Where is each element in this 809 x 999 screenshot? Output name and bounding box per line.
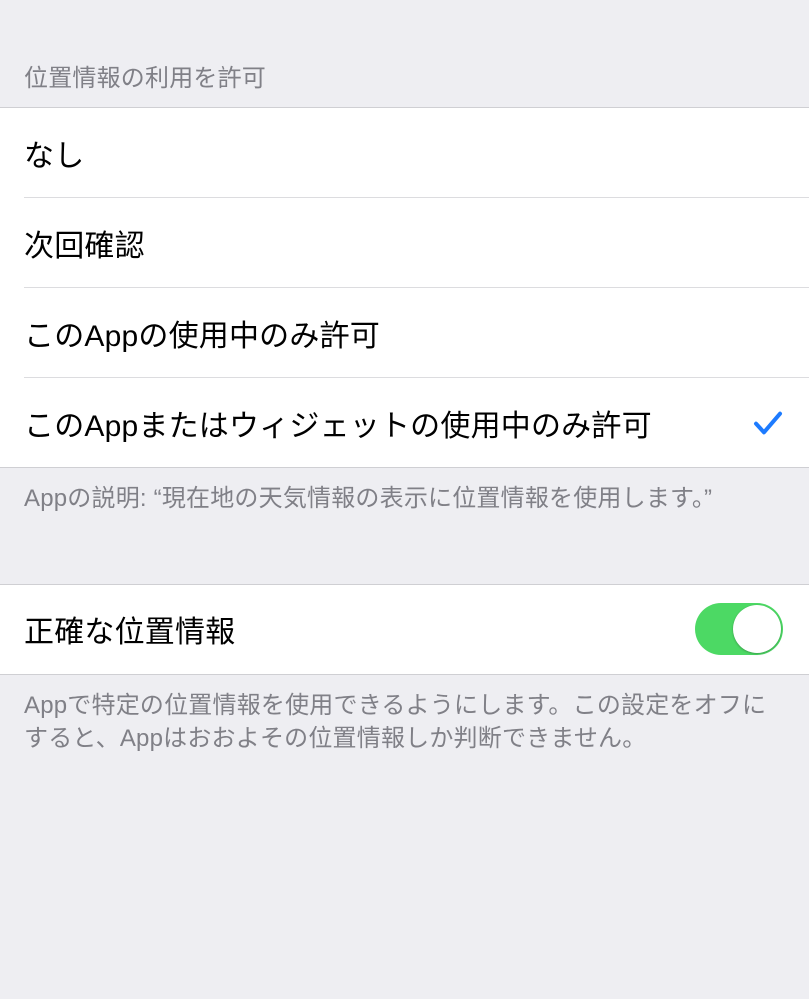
option-ask-next-time[interactable]: 次回確認 xyxy=(0,198,809,287)
section-header-label: 位置情報の利用を許可 xyxy=(24,65,266,92)
section-footer-text: Appの説明: “現在地の天気情報の表示に位置情報を使用します。” xyxy=(24,485,712,512)
precise-location-label: 正確な位置情報 xyxy=(24,607,695,651)
option-while-using-app[interactable]: このAppの使用中のみ許可 xyxy=(0,288,809,377)
section-footer-app-description: Appの説明: “現在地の天気情報の表示に位置情報を使用します。” xyxy=(0,468,809,534)
option-while-using-app-or-widgets[interactable]: このAppまたはウィジェットの使用中のみ許可 xyxy=(0,378,809,467)
precise-location-group: 正確な位置情報 xyxy=(0,584,809,675)
section-footer-precise-location: Appで特定の位置情報を使用できるようにします。この設定をオフにすると、Appは… xyxy=(0,675,809,774)
section-header-location-access: 位置情報の利用を許可 xyxy=(0,0,809,107)
checkmark-icon xyxy=(751,406,785,440)
option-label: なし xyxy=(24,131,785,175)
section-spacer xyxy=(0,534,809,584)
option-label: このAppの使用中のみ許可 xyxy=(24,311,785,355)
precise-location-row[interactable]: 正確な位置情報 xyxy=(0,585,809,674)
toggle-knob xyxy=(733,605,781,653)
section-footer-text: Appで特定の位置情報を使用できるようにします。この設定をオフにすると、Appは… xyxy=(24,692,766,753)
location-access-options-group: なし 次回確認 このAppの使用中のみ許可 このAppまたはウィジェットの使用中… xyxy=(0,107,809,468)
option-label: 次回確認 xyxy=(24,221,785,265)
option-label: このAppまたはウィジェットの使用中のみ許可 xyxy=(24,401,735,445)
precise-location-toggle[interactable] xyxy=(695,603,783,655)
option-never[interactable]: なし xyxy=(0,108,809,197)
